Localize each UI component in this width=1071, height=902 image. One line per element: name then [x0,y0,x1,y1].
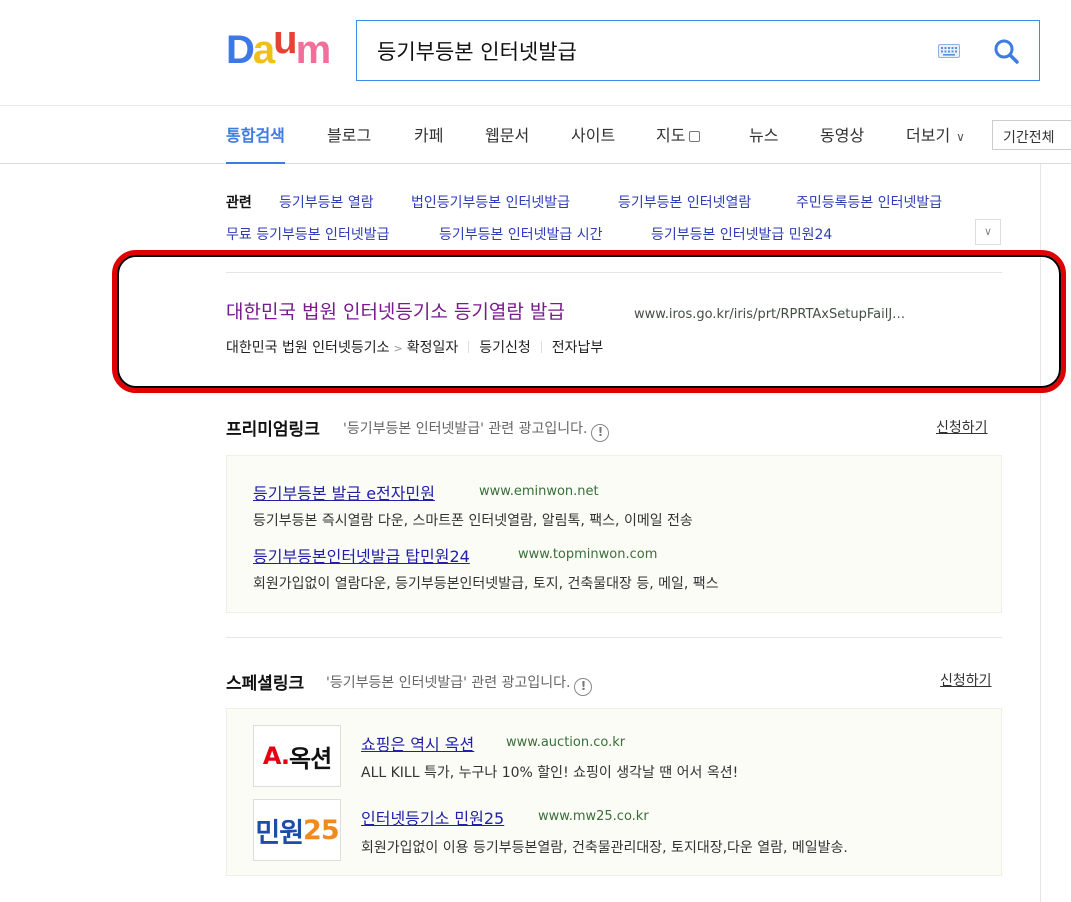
separator [468,341,470,353]
premium-apply-link[interactable]: 신청하기 [936,417,988,437]
ad-url: www.mw25.co.kr [538,809,649,824]
breadcrumb-site[interactable]: 대한민국 법원 인터넷등기소 [226,340,389,356]
sublink-payment[interactable]: 전자납부 [552,340,604,356]
divider [226,637,1002,638]
tab-webdocs[interactable]: 웹문서 [485,122,529,164]
auction-logo-thumbnail[interactable]: A. 옥션 [253,725,341,787]
thumb-text: 민원 [255,817,304,849]
logo-letter: m [295,28,332,72]
logo-letter: u [273,18,297,62]
premium-link-subtitle: '등기부등본 인터넷발급' 관련 광고입니다.! [343,418,610,442]
thumb-text: 옥션 [288,744,332,773]
breadcrumb-page[interactable]: 확정일자 [407,340,459,356]
ad-description: ALL KILL 특가, 누구나 10% 할인! 쇼핑이 생각날 땐 어서 옥션… [361,765,739,781]
result-sublinks: 대한민국 법원 인터넷등기소 > 확정일자 등기신청 전자납부 [226,337,603,357]
separator [540,341,542,353]
info-icon[interactable]: ! [574,678,593,696]
ad-title[interactable]: 등기부등본인터넷발급 탑민원24 [253,543,470,567]
logo-letter: D [226,28,255,72]
special-link-title: 스페셜링크 [226,674,305,694]
tab-more[interactable]: 더보기 ∨ [906,122,965,164]
related-item[interactable]: 법인등기부등본 인터넷발급 [411,192,570,212]
chevron-down-icon: ∨ [956,130,965,144]
tab-cafe[interactable]: 카페 [414,122,443,164]
premium-subtitle-text: '등기부등본 인터넷발급' 관련 광고입니다. [343,421,588,437]
search-icon[interactable] [993,38,1019,64]
ad-url: www.auction.co.kr [506,735,626,750]
related-expand-button[interactable]: ∨ [975,219,1001,245]
info-icon[interactable]: ! [591,424,610,442]
map-toggle-icon [689,131,701,142]
tab-blog[interactable]: 블로그 [327,122,371,164]
chevron-down-icon: ∨ [983,225,993,238]
logo-letter: a [252,28,275,72]
related-item[interactable]: 등기부등본 열람 [279,192,374,212]
tab-site[interactable]: 사이트 [571,122,615,164]
related-item[interactable]: 등기부등본 인터넷발급 시간 [439,224,602,244]
thumb-text: 25 [303,814,340,846]
search-input[interactable] [377,33,917,69]
special-link-subtitle: '등기부등본 인터넷발급' 관련 광고입니다.! [326,672,593,696]
ad-description: 회원가입없이 열람다운, 등기부등본인터넷발급, 토지, 건축물대장 등, 메일… [253,576,719,592]
sublink-registration[interactable]: 등기신청 [479,340,531,356]
header: D a u m [0,0,1071,106]
minwon25-logo-thumbnail[interactable]: 민원 25 [253,799,341,861]
ad-url: www.topminwon.com [518,547,658,562]
ad-title[interactable]: 등기부등본 발급 e전자민원 [253,480,435,504]
related-label: 관련 [226,195,252,211]
ad-title[interactable]: 인터넷등기소 민원25 [361,805,504,829]
special-apply-link[interactable]: 신청하기 [940,670,992,690]
premium-link-title: 프리미엄링크 [226,420,320,440]
tab-map[interactable]: 지도 [656,122,701,164]
related-item[interactable]: 등기부등본 인터넷열람 [618,192,751,212]
result-url: www.iros.go.kr/iris/prt/RPRTAxSetupFailJ… [634,307,906,322]
search-box [356,20,1040,81]
ad-title[interactable]: 쇼핑은 역시 옥션 [361,731,474,755]
tab-map-label: 지도 [656,126,686,145]
chevron-right-icon: > [393,342,403,355]
related-item[interactable]: 주민등록등본 인터넷발급 [796,192,942,212]
related-item[interactable]: 무료 등기부등본 인터넷발급 [226,224,389,244]
keyboard-icon[interactable] [938,44,960,58]
tab-video[interactable]: 동영상 [820,122,864,164]
tab-integrated[interactable]: 통합검색 [226,122,285,164]
daum-logo[interactable]: D a u m [226,20,332,72]
period-select[interactable]: 기간전체 [992,120,1071,150]
related-item[interactable]: 등기부등본 인터넷발급 민원24 [651,224,832,244]
tab-more-label: 더보기 [906,126,951,145]
ad-description: 등기부등본 즉시열람 다운, 스마트폰 인터넷열람, 알림톡, 팩스, 이메일 … [253,513,693,529]
ad-description: 회원가입없이 이용 등기부등본열람, 건축물관리대장, 토지대장,다운 열람, … [361,840,848,856]
special-ad-box: A. 옥션 쇼핑은 역시 옥션 www.auction.co.kr ALL KIL… [226,708,1002,876]
search-tabs: 통합검색 블로그 카페 웹문서 사이트 지도 뉴스 동영상 더보기 ∨ 기간전체 [0,106,1071,164]
result-title[interactable]: 대한민국 법원 인터넷등기소 등기열람 발급 [226,297,565,324]
special-subtitle-text: '등기부등본 인터넷발급' 관련 광고입니다. [326,675,571,691]
tab-news[interactable]: 뉴스 [749,122,778,164]
ad-url: www.eminwon.net [479,484,599,499]
premium-ad-box: 등기부등본 발급 e전자민원 www.eminwon.net 등기부등본 즉시열… [226,455,1002,613]
thumb-text: A. [262,742,290,770]
